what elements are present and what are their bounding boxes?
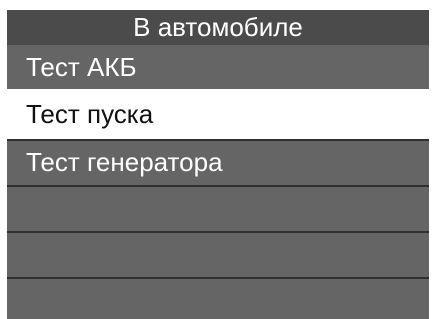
device-screen: В автомобиле Тест АКБ Тест пуска Тест ге…: [0, 0, 438, 319]
menu-item-empty[interactable]: [7, 277, 429, 319]
menu-item-empty[interactable]: [7, 231, 429, 275]
menu-item-empty[interactable]: [7, 185, 429, 229]
menu-list: Тест АКБ Тест пуска Тест генератора: [7, 45, 429, 319]
menu-item-start-test[interactable]: Тест пуска: [7, 89, 429, 139]
menu-item-generator-test[interactable]: Тест генератора: [7, 139, 429, 183]
menu-item-battery-test[interactable]: Тест АКБ: [7, 45, 429, 89]
menu-title: В автомобиле: [7, 10, 429, 45]
